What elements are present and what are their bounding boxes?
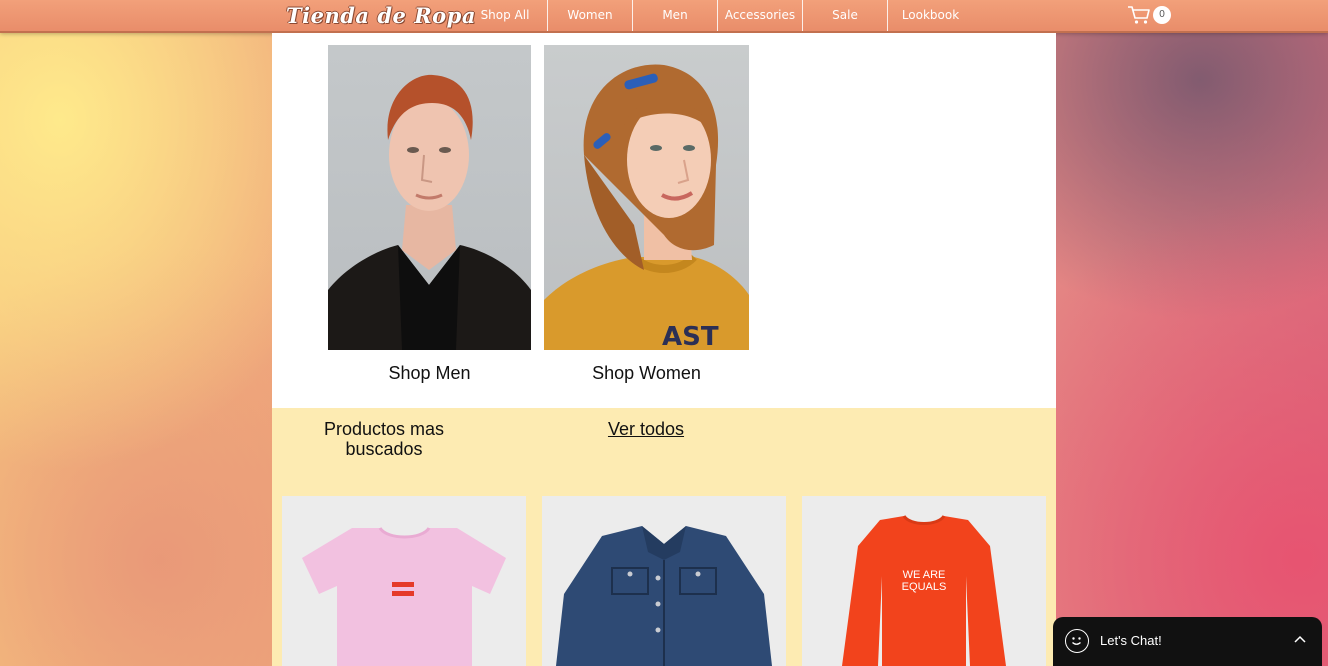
cart-button[interactable]: 0 bbox=[1127, 4, 1175, 26]
product-card-pink-tshirt[interactable] bbox=[282, 496, 526, 666]
svg-text:AST: AST bbox=[662, 322, 719, 350]
chat-widget[interactable]: Let's Chat! bbox=[1053, 617, 1322, 666]
nav-men[interactable]: Men bbox=[633, 0, 718, 31]
nav-sale[interactable]: Sale bbox=[803, 0, 888, 31]
site-logo[interactable]: Tienda de Ropa bbox=[286, 2, 476, 29]
shop-men-link[interactable]: Shop Men bbox=[328, 363, 531, 384]
chat-label: Let's Chat! bbox=[1100, 633, 1162, 648]
cart-count-badge: 0 bbox=[1153, 6, 1171, 24]
shop-women-link[interactable]: Shop Women bbox=[544, 363, 749, 384]
nav-accessories[interactable]: Accessories bbox=[718, 0, 803, 31]
section-title: Productos mas buscados bbox=[323, 419, 445, 459]
shopping-cart-icon bbox=[1128, 6, 1150, 24]
main-nav: Shop All Women Men Accessories Sale Look… bbox=[463, 0, 973, 31]
chat-smiley-icon bbox=[1065, 629, 1089, 653]
men-model-photo[interactable] bbox=[328, 45, 531, 350]
product-card-denim-jacket[interactable] bbox=[542, 496, 786, 666]
sweatshirt-print-line-1: WE ARE bbox=[903, 569, 946, 581]
nav-women[interactable]: Women bbox=[548, 0, 633, 31]
product-card-orange-sweatshirt[interactable]: WE ARE EQUALS bbox=[802, 496, 1046, 666]
top-navigation-bar: Tienda de Ropa Shop All Women Men Access… bbox=[0, 0, 1328, 33]
sweatshirt-print-line-2: EQUALS bbox=[902, 581, 947, 593]
nav-lookbook[interactable]: Lookbook bbox=[888, 0, 973, 31]
chevron-up-icon[interactable] bbox=[1294, 631, 1306, 646]
view-all-link[interactable]: Ver todos bbox=[600, 419, 692, 440]
nav-shop-all[interactable]: Shop All bbox=[463, 0, 548, 31]
women-model-photo[interactable]: AST bbox=[544, 45, 749, 350]
